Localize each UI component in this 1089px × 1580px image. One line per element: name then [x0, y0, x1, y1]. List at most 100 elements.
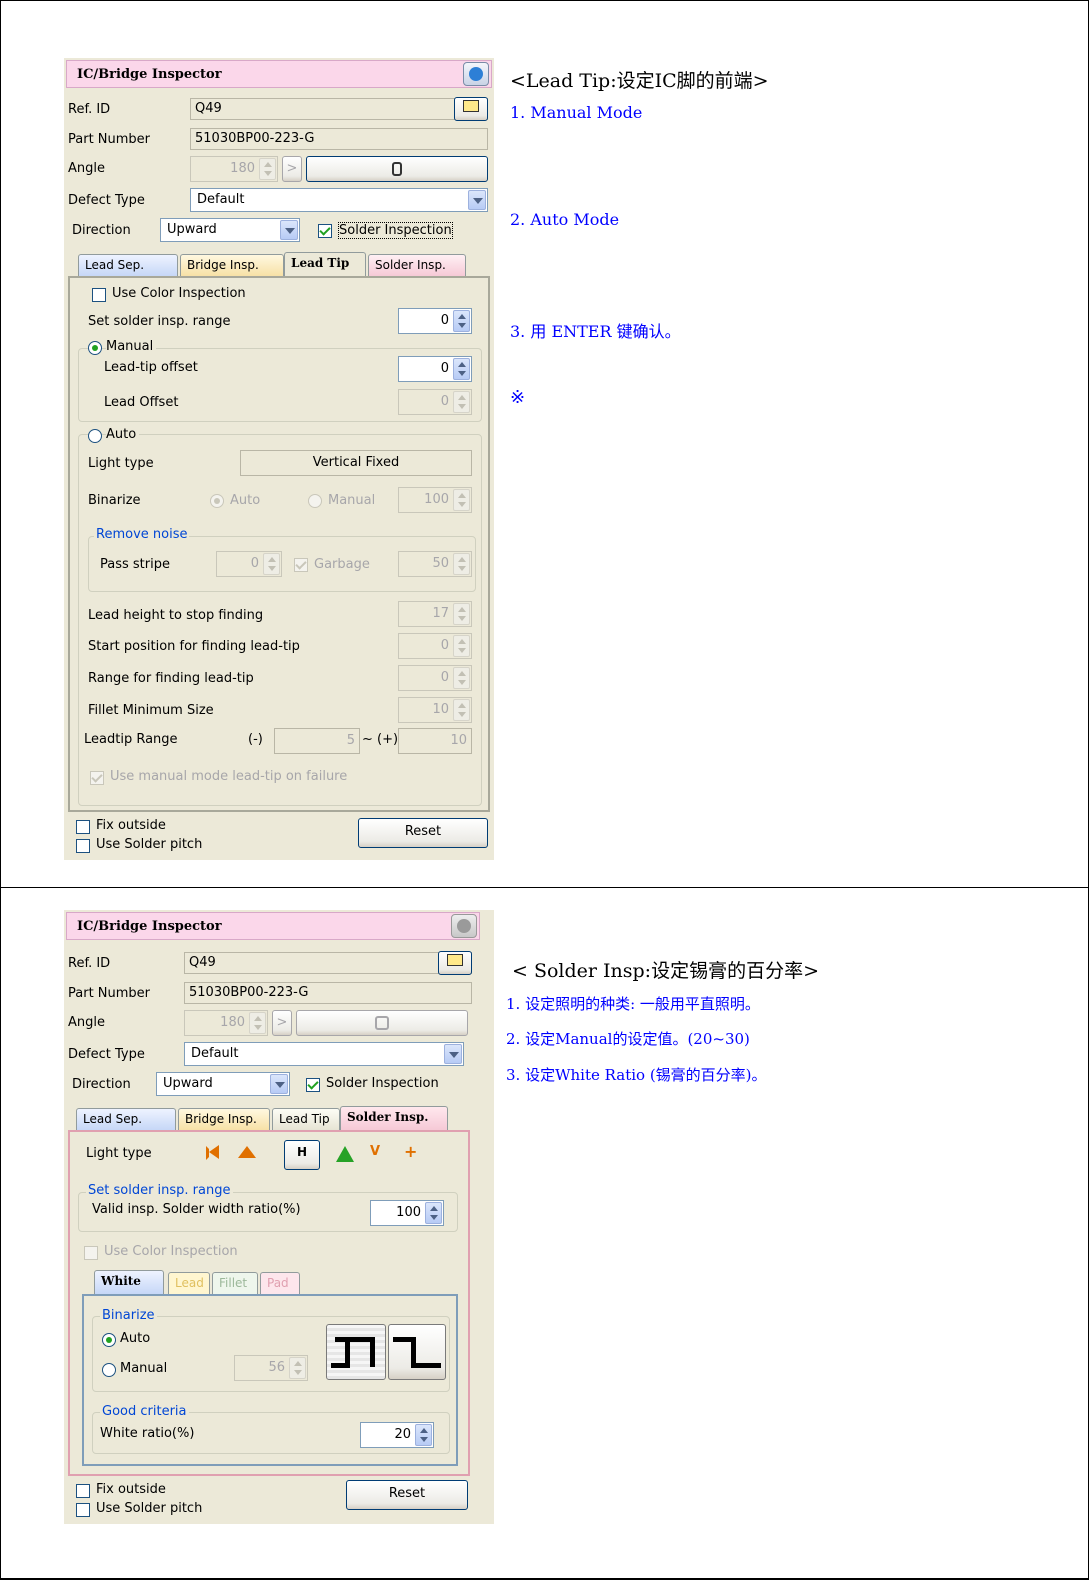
angle-spinner[interactable]: 180	[184, 1010, 268, 1036]
pass-stripe-spinner[interactable]: 0	[216, 551, 282, 577]
auto-radio[interactable]	[88, 429, 102, 443]
leadtip-range-min-field[interactable]: 5	[274, 728, 360, 754]
notes1-item1: 1. Manual Mode	[510, 103, 643, 122]
garbage-checkbox[interactable]	[294, 558, 308, 572]
falling-edge-button[interactable]	[388, 1324, 446, 1380]
tab-bridge-insp[interactable]: Bridge Insp.	[180, 254, 284, 276]
direction-dropdown[interactable]: Upward	[160, 218, 300, 242]
auto-label: Auto	[106, 427, 140, 442]
light-up-green-icon	[336, 1146, 354, 1162]
lead-tip-offset-spinner[interactable]: 0	[398, 356, 472, 382]
set-solder-range-spinner[interactable]: 0	[398, 308, 472, 334]
solder-inspection-label: Solder Inspection	[338, 222, 453, 239]
leadtip-range-minus-label: (-)	[248, 732, 263, 747]
white-ratio-spinner[interactable]: 20	[360, 1422, 434, 1448]
tab-lead-sep[interactable]: Lead Sep.	[78, 254, 178, 276]
lead-offset-spinner[interactable]: 0	[398, 389, 472, 415]
subtab-white[interactable]: White	[94, 1270, 164, 1294]
manual-label: Manual	[120, 1361, 168, 1376]
fillet-min-spinner[interactable]: 10	[398, 697, 472, 723]
fix-outside-checkbox[interactable]	[76, 1484, 90, 1498]
tab-lead-sep[interactable]: Lead Sep.	[76, 1108, 176, 1130]
use-color-inspection-checkbox[interactable]	[92, 288, 106, 302]
folder-button[interactable]	[454, 97, 488, 121]
light-plus-icon[interactable]: +	[404, 1142, 417, 1161]
use-color-inspection-checkbox[interactable]	[84, 1246, 98, 1260]
defect-type-label: Defect Type	[68, 193, 145, 208]
ref-id-field: Q49	[190, 98, 488, 120]
angle-label: Angle	[68, 1015, 105, 1030]
notes1-item2: 2. Auto Mode	[510, 210, 620, 229]
light-vertical-icon[interactable]: V	[370, 1144, 380, 1159]
camera-icon	[392, 162, 402, 176]
folder-icon	[463, 100, 479, 112]
angle-apply-button[interactable]: >	[272, 1010, 292, 1036]
tab-solder-insp[interactable]: Solder Insp.	[340, 1106, 448, 1130]
part-number-field: 51030BP00-223-G	[184, 982, 472, 1004]
angle-label: Angle	[68, 161, 105, 176]
leadtip-range-plus-label: ~ (+)	[362, 732, 399, 747]
folder-button[interactable]	[438, 951, 472, 975]
reset-button[interactable]: Reset	[346, 1480, 468, 1510]
help-icon	[457, 919, 471, 933]
tab-solder-insp[interactable]: Solder Insp.	[368, 254, 466, 276]
tab-lead-tip[interactable]: Lead Tip	[272, 1108, 340, 1130]
ref-id-label: Ref. ID	[68, 102, 111, 117]
binarize-value-spinner[interactable]: 100	[398, 487, 472, 513]
ref-id-label: Ref. ID	[68, 956, 111, 971]
rising-edge-button[interactable]	[326, 1324, 386, 1380]
subtab-lead[interactable]: Lead	[168, 1272, 210, 1294]
leadtip-range-max-field[interactable]: 10	[398, 728, 472, 754]
notes1-mark: ※	[510, 387, 526, 408]
lead-offset-label: Lead Offset	[104, 395, 179, 410]
set-solder-range-label: Set solder insp. range	[88, 314, 231, 329]
tab-bridge-insp[interactable]: Bridge Insp.	[178, 1108, 270, 1130]
fix-outside-checkbox[interactable]	[76, 820, 90, 834]
pass-stripe-label: Pass stripe	[100, 557, 170, 572]
help-button[interactable]	[463, 62, 489, 86]
part-number-label: Part Number	[68, 986, 151, 1001]
notes1-title: <Lead Tip:设定IC脚的前端>	[510, 70, 769, 92]
defect-type-dropdown[interactable]: Default	[190, 188, 488, 212]
range-finding-spinner[interactable]: 0	[398, 665, 472, 691]
help-button[interactable]	[451, 914, 477, 938]
light-horizontal-button[interactable]: H	[284, 1140, 320, 1170]
angle-apply-button[interactable]: >	[282, 156, 302, 182]
light-left-icon	[206, 1145, 220, 1160]
binarize-label: Binarize	[88, 493, 141, 508]
range-finding-label: Range for finding lead-tip	[88, 671, 254, 686]
use-color-inspection-label: Use Color Inspection	[104, 1244, 238, 1259]
chevron-down-icon	[280, 220, 298, 240]
tab-lead-tip[interactable]: Lead Tip	[284, 252, 366, 276]
auto-radio[interactable]	[102, 1333, 116, 1347]
binarize-auto-radio[interactable]	[210, 494, 224, 508]
manual-radio[interactable]	[102, 1363, 116, 1377]
manual-radio[interactable]	[88, 341, 102, 355]
start-position-spinner[interactable]: 0	[398, 633, 472, 659]
manual-value-spinner[interactable]: 56	[234, 1355, 308, 1381]
subtab-pad[interactable]: Pad	[260, 1272, 300, 1294]
direction-dropdown[interactable]: Upward	[156, 1072, 290, 1096]
solder-inspection-checkbox[interactable]	[318, 224, 332, 238]
use-solder-pitch-checkbox[interactable]	[76, 839, 90, 853]
binarize-manual-radio[interactable]	[308, 494, 322, 508]
camera-button[interactable]	[296, 1010, 468, 1036]
light-type-label: Light type	[86, 1146, 152, 1161]
direction-label: Direction	[72, 1077, 131, 1092]
camera-button[interactable]	[306, 156, 488, 182]
use-solder-pitch-checkbox[interactable]	[76, 1503, 90, 1517]
valid-width-label: Valid insp. Solder width ratio(%)	[92, 1202, 301, 1217]
good-criteria-title: Good criteria	[100, 1404, 189, 1419]
solder-inspection-checkbox[interactable]	[306, 1078, 320, 1092]
use-manual-failure-checkbox[interactable]	[90, 771, 104, 785]
valid-width-spinner[interactable]: 100	[370, 1200, 444, 1226]
use-solder-pitch-label: Use Solder pitch	[96, 837, 203, 852]
angle-spinner[interactable]: 180	[190, 156, 278, 182]
lead-tip-offset-label: Lead-tip offset	[104, 360, 198, 375]
defect-type-dropdown[interactable]: Default	[184, 1042, 464, 1066]
lead-height-spinner[interactable]: 17	[398, 601, 472, 627]
white-ratio-label: White ratio(%)	[100, 1426, 195, 1441]
garbage-spinner[interactable]: 50	[398, 551, 472, 577]
subtab-fillet[interactable]: Fillet	[212, 1272, 258, 1294]
reset-button[interactable]: Reset	[358, 818, 488, 848]
